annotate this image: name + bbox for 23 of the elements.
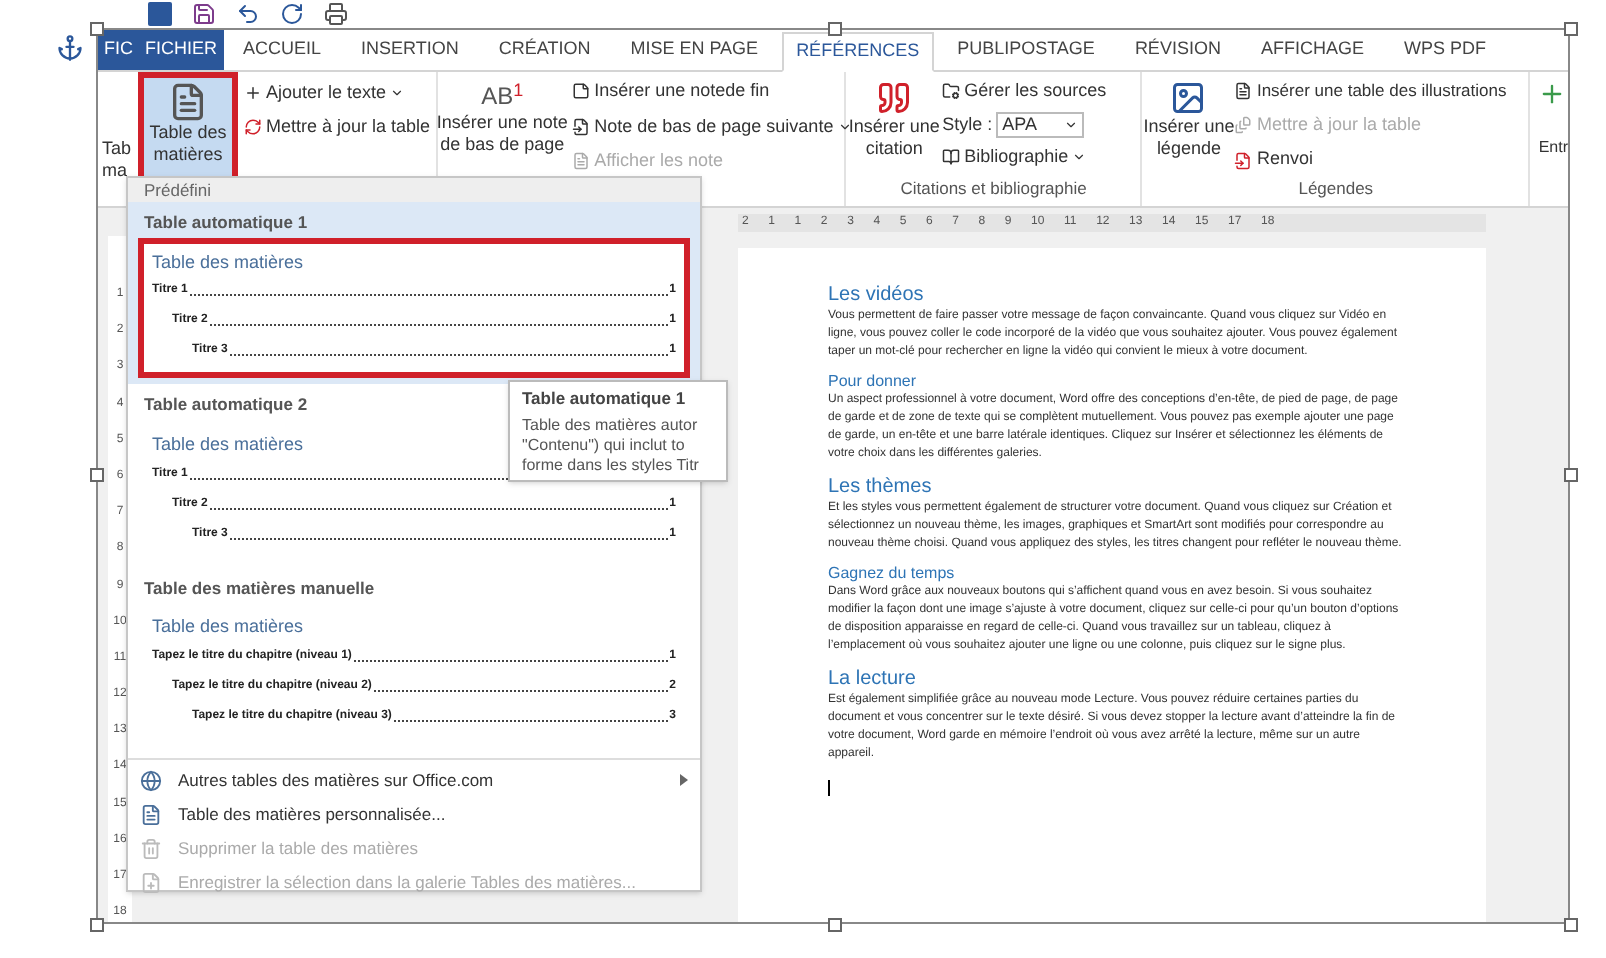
style-label: Style : — [942, 111, 993, 138]
heading: La lecture — [828, 666, 918, 692]
gallery-item-title: Table automatique 1 — [144, 210, 308, 236]
tooltip-text: forme dans les styles Titr — [522, 455, 701, 476]
group-label: Légendes — [1296, 176, 1376, 203]
tooltip-text: Table des matières autor — [522, 415, 700, 436]
tooltip-text: "Contenu") qui inclut to — [522, 435, 687, 456]
preview-title: Table des matières — [152, 614, 304, 641]
subheading: Pour donner — [828, 370, 919, 392]
cut-label: ma — [102, 160, 128, 182]
preview-title: Table des matières — [152, 432, 304, 458]
menu-header: Prédéfini — [128, 178, 700, 202]
heading: Les vidéos — [828, 282, 926, 308]
preview-title: Table des matières — [152, 249, 304, 276]
cut-label: Entr — [1538, 136, 1568, 160]
group-label: Citations et bibliographie — [898, 176, 1089, 203]
gallery-item-title: Table automatique 2 — [144, 392, 308, 418]
subheading: Gagnez du temps — [828, 562, 957, 584]
heading: Les thèmes — [828, 474, 934, 500]
gallery-item-title: Table des matières manuelle — [144, 575, 375, 601]
footnote-icon: AB$^{1}$ — [481, 80, 524, 112]
tooltip-title: Table automatique 1 — [522, 386, 688, 412]
cut-label: Tab — [102, 138, 132, 160]
